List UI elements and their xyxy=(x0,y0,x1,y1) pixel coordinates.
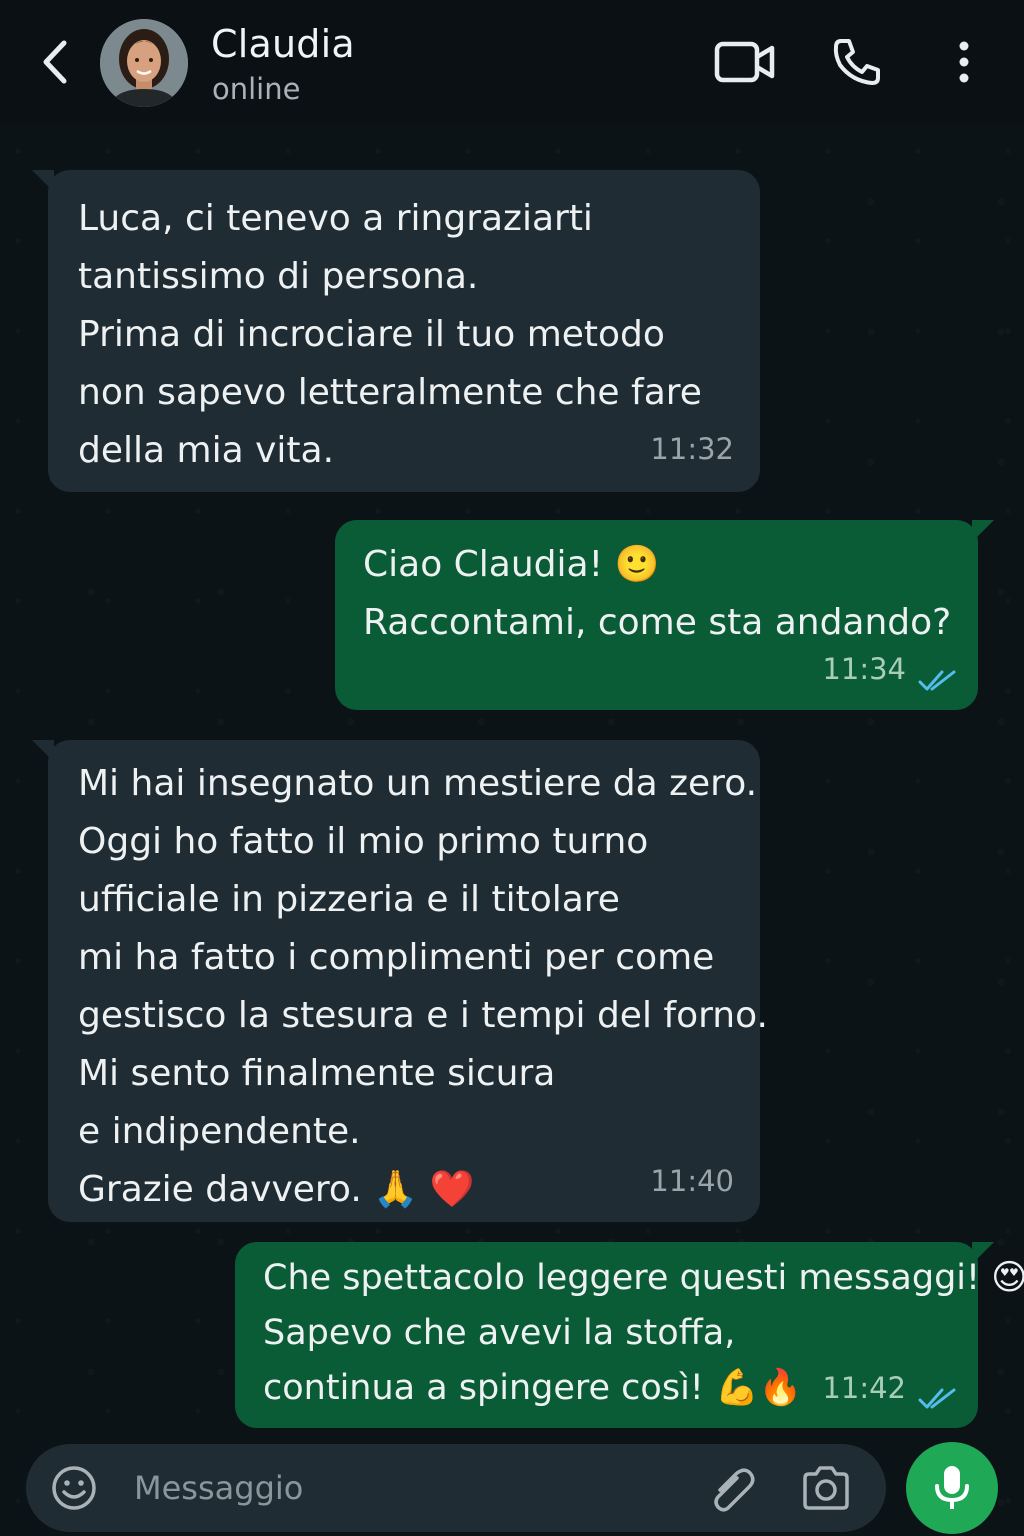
phone-icon xyxy=(833,39,880,85)
back-button[interactable] xyxy=(30,36,80,88)
contact-name[interactable]: Claudia xyxy=(211,22,355,66)
contact-status: online xyxy=(212,72,301,106)
message-text: Mi hai insegnato un mestiere da zero. xyxy=(78,763,758,804)
chat-screen: Claudia online Luca, ci tenevo a ringraz… xyxy=(0,0,1024,1536)
message-text: Oggi ho fatto il mio primo turno xyxy=(78,821,649,862)
message-text: e indipendente. xyxy=(78,1111,361,1152)
emoji-icon xyxy=(52,1466,96,1510)
contact-avatar[interactable] xyxy=(100,19,188,107)
voice-call-button[interactable] xyxy=(826,36,888,88)
chat-header: Claudia online xyxy=(0,0,1024,124)
read-ticks-icon xyxy=(918,670,956,691)
camera-button[interactable] xyxy=(800,1464,852,1514)
message-time: 11:32 xyxy=(650,432,734,466)
outgoing-message[interactable]: Ciao Claudia! 🙂 Raccontami, come sta and… xyxy=(335,520,978,710)
more-vert-icon xyxy=(959,41,969,83)
message-text: gestisco la stesura e i tempi del forno. xyxy=(78,995,768,1036)
outgoing-message[interactable]: Che spettacolo leggere questi messaggi! … xyxy=(235,1242,1024,1428)
message-text: Che spettacolo leggere questi messaggi! … xyxy=(263,1258,1024,1298)
message-time: 11:42 xyxy=(822,1371,906,1405)
message-composer xyxy=(26,1444,886,1532)
attach-icon xyxy=(714,1468,755,1512)
attach-button[interactable] xyxy=(706,1464,756,1514)
message-text: Luca, ci tenevo a ringraziarti xyxy=(78,198,593,239)
message-time: 11:34 xyxy=(822,652,906,686)
video-call-button[interactable] xyxy=(710,36,780,88)
message-time: 11:40 xyxy=(650,1164,734,1198)
message-text: Prima di incrociare il tuo metodo xyxy=(78,314,665,355)
more-options-button[interactable] xyxy=(940,36,988,88)
back-arrow-icon xyxy=(43,40,67,84)
message-text: della mia vita. xyxy=(78,430,335,471)
message-text: Mi sento finalmente sicura xyxy=(78,1053,556,1094)
message-text: mi ha fatto i complimenti per come xyxy=(78,937,715,978)
video-call-icon xyxy=(714,41,775,83)
mic-icon xyxy=(935,1466,969,1509)
message-text: Ciao Claudia! 🙂 xyxy=(363,544,660,585)
avatar-photo xyxy=(100,19,188,107)
read-ticks-icon xyxy=(918,1388,956,1409)
message-input[interactable] xyxy=(134,1458,694,1518)
message-text: tantissimo di persona. xyxy=(78,256,479,297)
message-text: non sapevo letteralmente che fare xyxy=(78,372,702,413)
voice-message-button[interactable] xyxy=(906,1442,998,1534)
camera-icon xyxy=(803,1466,849,1510)
incoming-message[interactable]: Mi hai insegnato un mestiere da zero. Og… xyxy=(48,740,768,1222)
message-text: Sapevo che avevi la stoffa, xyxy=(263,1313,736,1353)
message-text: ufficiale in pizzeria e il titolare xyxy=(78,879,620,920)
emoji-button[interactable] xyxy=(50,1464,98,1512)
message-text: Grazie davvero. 🙏 ❤️ xyxy=(78,1169,475,1210)
incoming-message[interactable]: Luca, ci tenevo a ringraziarti tantissim… xyxy=(48,170,760,492)
